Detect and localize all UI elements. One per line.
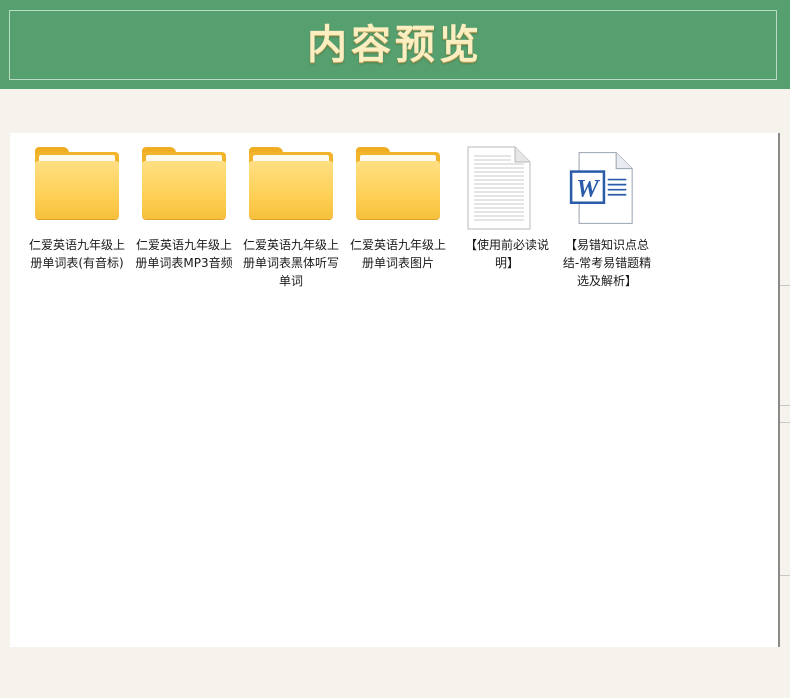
folder-icon [241, 142, 341, 234]
text-file-item[interactable]: 【使用前必读说明】 [457, 142, 557, 270]
folder-icon [27, 142, 127, 234]
scroll-marker [780, 575, 790, 576]
scroll-marker [780, 422, 790, 423]
scroll-marker [780, 405, 790, 406]
panel-right-border [778, 133, 780, 647]
folder-icon [134, 142, 234, 234]
file-label: 【使用前必读说明】 [464, 238, 549, 270]
header-banner: 内容预览 [0, 0, 790, 89]
folder-item[interactable]: 仁爱英语九年级上册单词表黑体听写单词 [241, 142, 341, 288]
folder-item[interactable]: 仁爱英语九年级上册单词表(有音标) [27, 142, 127, 270]
folder-item[interactable]: 仁爱英语九年级上册单词表图片 [348, 142, 448, 270]
scroll-marker [780, 285, 790, 286]
text-document-icon [457, 142, 557, 234]
folder-item[interactable]: 仁爱英语九年级上册单词表MP3音频 [134, 142, 234, 270]
word-file-item[interactable]: W 【易错知识点总结-常考易错题精选及解析】 [557, 142, 657, 288]
folder-label: 仁爱英语九年级上册单词表(有音标) [28, 238, 125, 270]
folder-label: 仁爱英语九年级上册单词表图片 [349, 238, 446, 270]
folder-icon [348, 142, 448, 234]
word-document-icon: W [557, 142, 657, 234]
folder-label: 仁爱英语九年级上册单词表MP3音频 [135, 238, 233, 270]
folder-label: 仁爱英语九年级上册单词表黑体听写单词 [242, 238, 339, 288]
page-title: 内容预览 [307, 21, 483, 68]
file-label: 【易错知识点总结-常考易错题精选及解析】 [562, 238, 652, 288]
svg-text:W: W [576, 174, 600, 202]
